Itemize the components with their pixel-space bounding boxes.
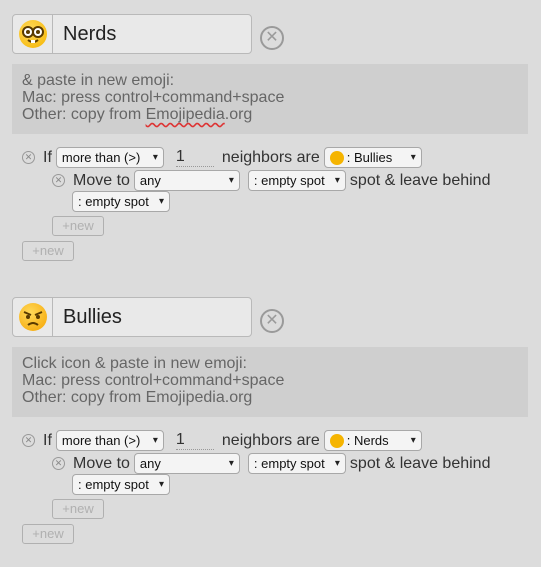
chevron-down-icon: ▾ <box>410 152 416 163</box>
chevron-down-icon: ▾ <box>228 458 234 469</box>
chevron-down-icon: ▾ <box>334 175 340 186</box>
emoji-picker-button[interactable] <box>13 298 53 336</box>
chevron-down-icon: ▾ <box>152 152 158 163</box>
chevron-down-icon: ▾ <box>158 479 164 490</box>
delete-action-icon[interactable]: ✕ <box>52 174 65 187</box>
help-line-1: & paste in new emoji: <box>22 72 175 89</box>
rule-if-row: ✕ If more than (>) ▾ 1 neighbors are : Bu… <box>22 147 426 168</box>
if-label: If <box>43 148 52 166</box>
leave-label: spot & leave behind <box>349 454 491 472</box>
help-line-3: Other: copy from Emojipedia.org <box>22 389 253 406</box>
emoji-help-box: & paste in new emoji: Mac: press control… <box>12 64 528 134</box>
delete-group-icon[interactable]: ✕ <box>260 309 284 333</box>
move-target-select[interactable]: : empty spot ▾ <box>247 170 346 191</box>
help-line-2: Mac: press control+command+space <box>22 372 285 389</box>
move-target-select[interactable]: : empty spot ▾ <box>247 453 346 474</box>
count-input[interactable]: 1 <box>175 431 214 450</box>
leave-label: spot & leave behind <box>349 171 491 189</box>
group-name-text[interactable]: Nerds <box>53 23 116 46</box>
move-label: Move to <box>73 454 130 472</box>
help-line-3: Other: copy from Emojipedia.org <box>22 106 253 123</box>
chevron-down-icon: ▾ <box>334 458 340 469</box>
emoji-picker-button[interactable] <box>13 15 53 53</box>
if-label: If <box>43 431 52 449</box>
leave-target-select[interactable]: : empty spot ▾ <box>72 191 170 212</box>
neighbors-label: neighbors are <box>221 431 320 449</box>
nerd-face-icon <box>18 20 47 48</box>
emoji-help-box: Click icon & paste in new emoji: Mac: pr… <box>12 347 528 417</box>
rule-move-row: ✕ Move to any ▾ : empty spot ▾ spot & leav… <box>52 170 490 191</box>
chevron-down-icon: ▾ <box>228 175 234 186</box>
leave-behind-row: : empty spot ▾ <box>68 474 174 495</box>
nerd-face-icon <box>329 434 344 449</box>
add-rule-button[interactable]: +new <box>22 241 74 261</box>
group-name-box[interactable]: Bullies <box>12 297 252 337</box>
angry-face-icon <box>18 303 47 331</box>
count-input[interactable]: 1 <box>175 148 214 167</box>
neighbor-type-select[interactable]: : Nerds ▾ <box>323 430 422 451</box>
delete-rule-icon[interactable]: ✕ <box>22 434 35 447</box>
add-action-button[interactable]: +new <box>52 216 104 236</box>
group-name-text[interactable]: Bullies <box>53 306 122 329</box>
comparator-select[interactable]: more than (>) ▾ <box>55 430 164 451</box>
leave-target-select[interactable]: : empty spot ▾ <box>72 474 170 495</box>
neighbors-label: neighbors are <box>221 148 320 166</box>
angry-face-icon <box>329 151 344 166</box>
delete-action-icon[interactable]: ✕ <box>52 457 65 470</box>
add-rule-button[interactable]: +new <box>22 524 74 544</box>
help-line-1: Click icon & paste in new emoji: <box>22 355 247 372</box>
chevron-down-icon: ▾ <box>152 435 158 446</box>
neighbor-type-select[interactable]: : Bullies ▾ <box>323 147 422 168</box>
move-label: Move to <box>73 171 130 189</box>
delete-rule-icon[interactable]: ✕ <box>22 151 35 164</box>
emojipedia-link[interactable]: Emojipedia <box>146 106 225 123</box>
chevron-down-icon: ▾ <box>410 435 416 446</box>
chevron-down-icon: ▾ <box>158 196 164 207</box>
add-action-button[interactable]: +new <box>52 499 104 519</box>
move-where-select[interactable]: any ▾ <box>133 170 240 191</box>
rule-move-row: ✕ Move to any ▾ : empty spot ▾ spot & leav… <box>52 453 490 474</box>
move-where-select[interactable]: any ▾ <box>133 453 240 474</box>
rule-if-row: ✕ If more than (>) ▾ 1 neighbors are : Ne… <box>22 430 426 451</box>
help-line-2: Mac: press control+command+space <box>22 89 285 106</box>
group-name-box[interactable]: Nerds <box>12 14 252 54</box>
delete-group-icon[interactable]: ✕ <box>260 26 284 50</box>
comparator-select[interactable]: more than (>) ▾ <box>55 147 164 168</box>
leave-behind-row: : empty spot ▾ <box>68 191 174 212</box>
